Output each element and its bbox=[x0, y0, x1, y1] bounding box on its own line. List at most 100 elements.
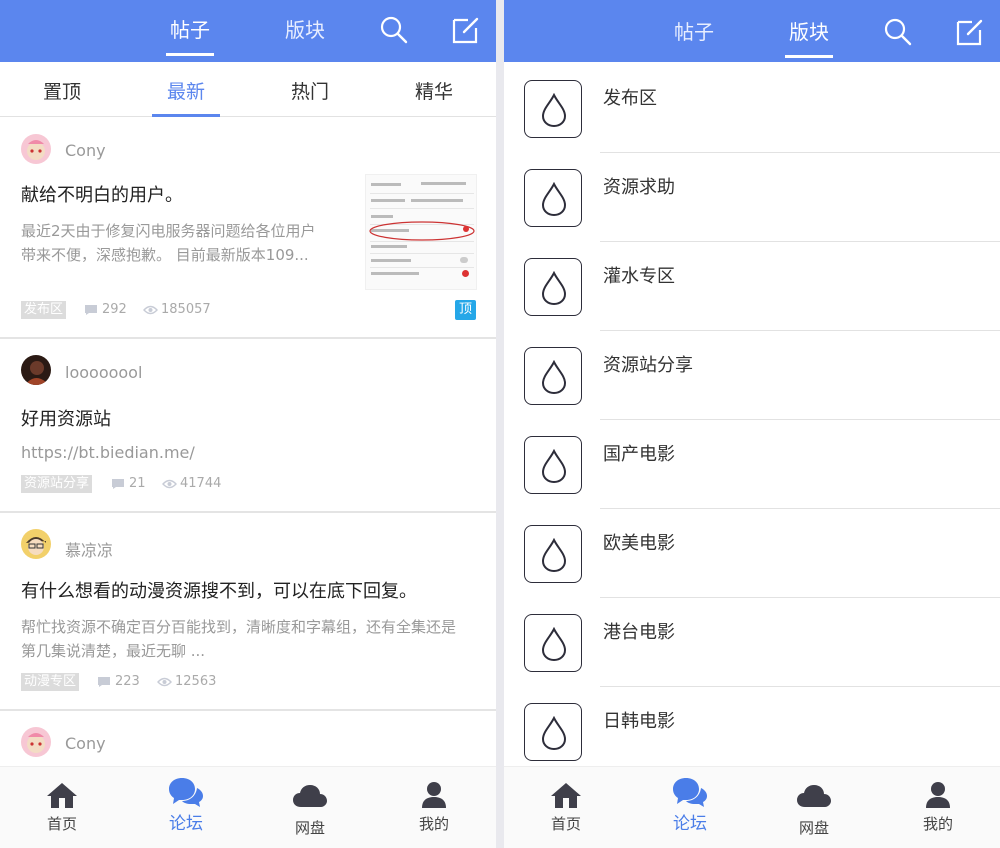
comment-icon bbox=[112, 479, 124, 489]
board-name: 日韩电影 bbox=[603, 711, 675, 732]
nav-home[interactable]: 首页 bbox=[22, 767, 102, 848]
home-icon bbox=[551, 783, 581, 808]
board-item[interactable]: 欧美电影 bbox=[504, 509, 1000, 598]
board-name: 发布区 bbox=[603, 88, 657, 109]
nav-home[interactable]: 首页 bbox=[526, 767, 606, 848]
board-name: 欧美电影 bbox=[603, 533, 675, 554]
post-title: 有什么想看的动漫资源搜不到，可以在底下回复。 bbox=[21, 581, 417, 602]
comment-icon bbox=[98, 677, 110, 687]
view-count: 41744 bbox=[162, 476, 242, 492]
nav-profile[interactable]: 我的 bbox=[898, 767, 978, 848]
droplet-icon bbox=[541, 538, 567, 572]
compose-icon[interactable] bbox=[954, 16, 986, 48]
board-icon bbox=[524, 436, 582, 494]
eye-icon bbox=[157, 677, 172, 687]
board-icon bbox=[524, 258, 582, 316]
comment-count: 292 bbox=[84, 302, 134, 318]
post-author[interactable]: Cony bbox=[65, 734, 106, 753]
post-tag[interactable]: 资源站分享 bbox=[21, 475, 93, 493]
posts-screen: 帖子 版块 置顶 最新 热门 精华 Cony 献给不明白的用户。 最近2天由于修… bbox=[0, 0, 496, 848]
post-tag[interactable]: 发布区 bbox=[21, 301, 67, 319]
droplet-icon bbox=[541, 182, 567, 216]
post-item[interactable]: 慕凉凉 有什么想看的动漫资源搜不到，可以在底下回复。 帮忙找资源不确定百分百能找… bbox=[0, 513, 496, 711]
post-item[interactable]: loooooool 好用资源站 https://bt.biedian.me/ 资… bbox=[0, 339, 496, 513]
subtab-featured[interactable]: 精华 bbox=[394, 77, 474, 104]
board-icon bbox=[524, 347, 582, 405]
board-name: 资源站分享 bbox=[603, 355, 693, 376]
user-icon bbox=[422, 782, 446, 808]
post-thumbnail[interactable] bbox=[365, 174, 477, 290]
boards-screen: 帖子 版块 发布区资源求助灌水专区资源站分享国产电影欧美电影港台电影日韩电影 首… bbox=[504, 0, 1000, 848]
post-item[interactable]: Cony bbox=[0, 711, 496, 766]
forum-icon bbox=[169, 778, 203, 807]
board-name: 资源求助 bbox=[603, 177, 675, 198]
post-tag[interactable]: 动漫专区 bbox=[21, 673, 80, 691]
post-author[interactable]: 慕凉凉 bbox=[65, 537, 113, 561]
cloud-icon bbox=[797, 785, 831, 807]
board-name: 灌水专区 bbox=[603, 266, 675, 287]
bottom-nav: 首页 论坛 网盘 我的 bbox=[0, 766, 496, 848]
eye-icon bbox=[162, 479, 177, 489]
home-icon bbox=[47, 783, 77, 808]
post-excerpt: 最近2天由于修复闪电服务器问题给各位用户 bbox=[21, 222, 316, 240]
board-item[interactable]: 资源站分享 bbox=[504, 331, 1000, 420]
tab-boards[interactable]: 版块 bbox=[275, 14, 335, 43]
tab-posts[interactable]: 帖子 bbox=[160, 14, 220, 56]
comment-count: 223 bbox=[97, 674, 147, 690]
search-icon[interactable] bbox=[378, 14, 410, 46]
top-bar: 帖子 版块 bbox=[0, 0, 496, 62]
comment-count: 21 bbox=[111, 476, 151, 492]
nav-cloud-drive[interactable]: 网盘 bbox=[774, 767, 854, 848]
search-icon[interactable] bbox=[882, 16, 914, 48]
post-excerpt[interactable]: https://bt.biedian.me/ bbox=[21, 441, 195, 465]
board-item[interactable]: 灌水专区 bbox=[504, 242, 1000, 331]
board-name: 国产电影 bbox=[603, 444, 675, 465]
post-excerpt: 带来不便，深感抱歉。 目前最新版本109... bbox=[21, 246, 309, 264]
post-title: 献给不明白的用户。 bbox=[21, 185, 183, 206]
nav-forum[interactable]: 论坛 bbox=[146, 767, 226, 848]
board-icon bbox=[524, 525, 582, 583]
post-excerpt: 第几集说清楚，最近无聊 ... bbox=[21, 642, 206, 660]
droplet-icon bbox=[541, 449, 567, 483]
nav-cloud-drive[interactable]: 网盘 bbox=[270, 767, 350, 848]
droplet-icon bbox=[541, 627, 567, 661]
droplet-icon bbox=[541, 360, 567, 394]
droplet-icon bbox=[541, 716, 567, 750]
subtab-latest[interactable]: 最新 bbox=[146, 77, 226, 117]
board-item[interactable]: 港台电影 bbox=[504, 598, 1000, 687]
avatar bbox=[21, 355, 51, 385]
forum-icon bbox=[673, 778, 707, 807]
post-author[interactable]: loooooool bbox=[65, 363, 142, 382]
cloud-icon bbox=[293, 785, 327, 807]
board-icon bbox=[524, 169, 582, 227]
view-count: 12563 bbox=[157, 674, 237, 690]
board-icon bbox=[524, 703, 582, 761]
pinned-badge: 顶 bbox=[455, 300, 476, 320]
compose-icon[interactable] bbox=[450, 14, 482, 46]
board-icon bbox=[524, 614, 582, 672]
post-excerpt: 帮忙找资源不确定百分百能找到，清晰度和字幕组，还有全集还是 bbox=[21, 618, 457, 636]
avatar bbox=[21, 727, 51, 757]
tab-posts[interactable]: 帖子 bbox=[664, 16, 724, 45]
subtab-pinned[interactable]: 置顶 bbox=[22, 77, 102, 104]
board-item[interactable]: 国产电影 bbox=[504, 420, 1000, 509]
droplet-icon bbox=[541, 271, 567, 305]
view-count: 185057 bbox=[143, 302, 223, 318]
nav-forum[interactable]: 论坛 bbox=[650, 767, 730, 848]
board-item[interactable]: 发布区 bbox=[504, 64, 1000, 153]
active-tab-indicator bbox=[785, 55, 833, 58]
user-icon bbox=[926, 782, 950, 808]
bottom-nav: 首页 论坛 网盘 我的 bbox=[504, 766, 1000, 848]
board-icon bbox=[524, 80, 582, 138]
avatar bbox=[21, 529, 51, 559]
comment-icon bbox=[85, 305, 97, 315]
post-title: 好用资源站 bbox=[21, 409, 111, 430]
board-item[interactable]: 资源求助 bbox=[504, 153, 1000, 242]
post-author[interactable]: Cony bbox=[65, 141, 106, 160]
eye-icon bbox=[143, 305, 158, 315]
subtab-hot[interactable]: 热门 bbox=[270, 77, 350, 104]
tab-boards[interactable]: 版块 bbox=[779, 16, 839, 58]
active-tab-indicator bbox=[166, 53, 214, 56]
board-item[interactable]: 日韩电影 bbox=[504, 687, 1000, 776]
nav-profile[interactable]: 我的 bbox=[394, 767, 474, 848]
